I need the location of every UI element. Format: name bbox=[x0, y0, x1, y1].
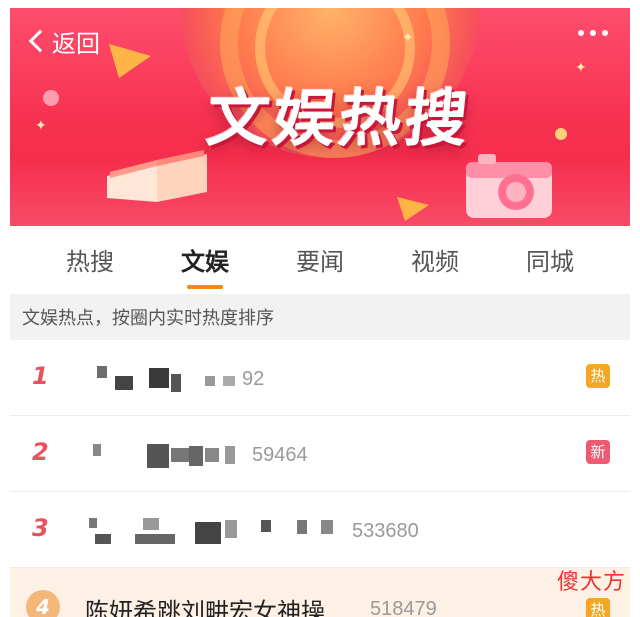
tab-video[interactable]: 视频 bbox=[385, 242, 485, 277]
tab-news[interactable]: 要闻 bbox=[270, 242, 370, 277]
banner: ✦ ✦ ✦ 返回 文娱热搜 bbox=[10, 8, 630, 226]
tab-label: 要闻 bbox=[296, 249, 344, 276]
tab-label: 同城 bbox=[526, 249, 574, 276]
sparkle-icon: ✦ bbox=[575, 60, 587, 76]
tab-local[interactable]: 同城 bbox=[500, 242, 600, 277]
list-description-text: 文娱热点，按圈内实时热度排序 bbox=[22, 308, 274, 328]
tab-bar: 热搜 文娱 要闻 视频 同城 bbox=[10, 226, 630, 294]
sparkle-icon: ✦ bbox=[402, 30, 414, 46]
list-item[interactable]: 1 92 热 bbox=[10, 340, 630, 416]
back-button-label: 返回 bbox=[52, 30, 100, 58]
watermark: 傻大方 bbox=[556, 569, 626, 594]
tab-entertainment[interactable]: 文娱 bbox=[155, 242, 255, 289]
more-dot-icon bbox=[602, 30, 608, 36]
active-tab-indicator bbox=[187, 285, 223, 289]
list-description: 文娱热点，按圈内实时热度排序 bbox=[10, 294, 630, 340]
rank-number: 4 bbox=[26, 590, 60, 617]
tab-label: 视频 bbox=[411, 249, 459, 276]
camera-icon bbox=[466, 154, 552, 218]
sparkle-icon: ✦ bbox=[35, 118, 47, 134]
heat-count: 518479 bbox=[370, 598, 437, 617]
more-dot-icon bbox=[578, 30, 584, 36]
triangle-decoration-icon bbox=[397, 197, 429, 221]
banner-title: 文娱热搜 bbox=[203, 82, 476, 155]
back-button[interactable]: 返回 bbox=[28, 26, 100, 58]
bubble-decoration bbox=[43, 90, 59, 106]
blurred-title bbox=[85, 362, 255, 396]
hot-badge: 热 bbox=[586, 598, 610, 617]
more-options-button[interactable] bbox=[578, 30, 608, 36]
rank-number: 1 bbox=[32, 362, 49, 390]
heat-count: 533680 bbox=[352, 520, 419, 542]
blurred-title bbox=[85, 438, 255, 472]
list-item-title: 陈妍希跳刘畊宏女神操 bbox=[85, 599, 325, 617]
new-badge: 新 bbox=[586, 440, 610, 464]
heat-count: 59464 bbox=[252, 444, 308, 466]
tab-hot-search[interactable]: 热搜 bbox=[40, 242, 140, 277]
trending-list: 1 92 热 2 59464 新 3 533680 4 陈妍希跳刘畊宏女神操 5… bbox=[10, 340, 630, 617]
tab-label: 热搜 bbox=[66, 249, 114, 276]
hot-badge: 热 bbox=[586, 364, 610, 388]
blurred-title bbox=[85, 514, 355, 548]
chevron-left-icon bbox=[28, 29, 52, 53]
list-item[interactable]: 2 59464 新 bbox=[10, 416, 630, 492]
rank-number: 3 bbox=[32, 514, 49, 542]
list-item[interactable]: 3 533680 bbox=[10, 492, 630, 568]
play-triangle-icon bbox=[109, 44, 151, 78]
heat-count: 92 bbox=[242, 368, 265, 390]
list-item[interactable]: 4 陈妍希跳刘畊宏女神操 518479 热 bbox=[10, 568, 630, 617]
rank-number: 2 bbox=[32, 438, 49, 466]
tab-label: 文娱 bbox=[181, 249, 229, 276]
more-dot-icon bbox=[590, 30, 596, 36]
bubble-decoration bbox=[555, 128, 567, 140]
